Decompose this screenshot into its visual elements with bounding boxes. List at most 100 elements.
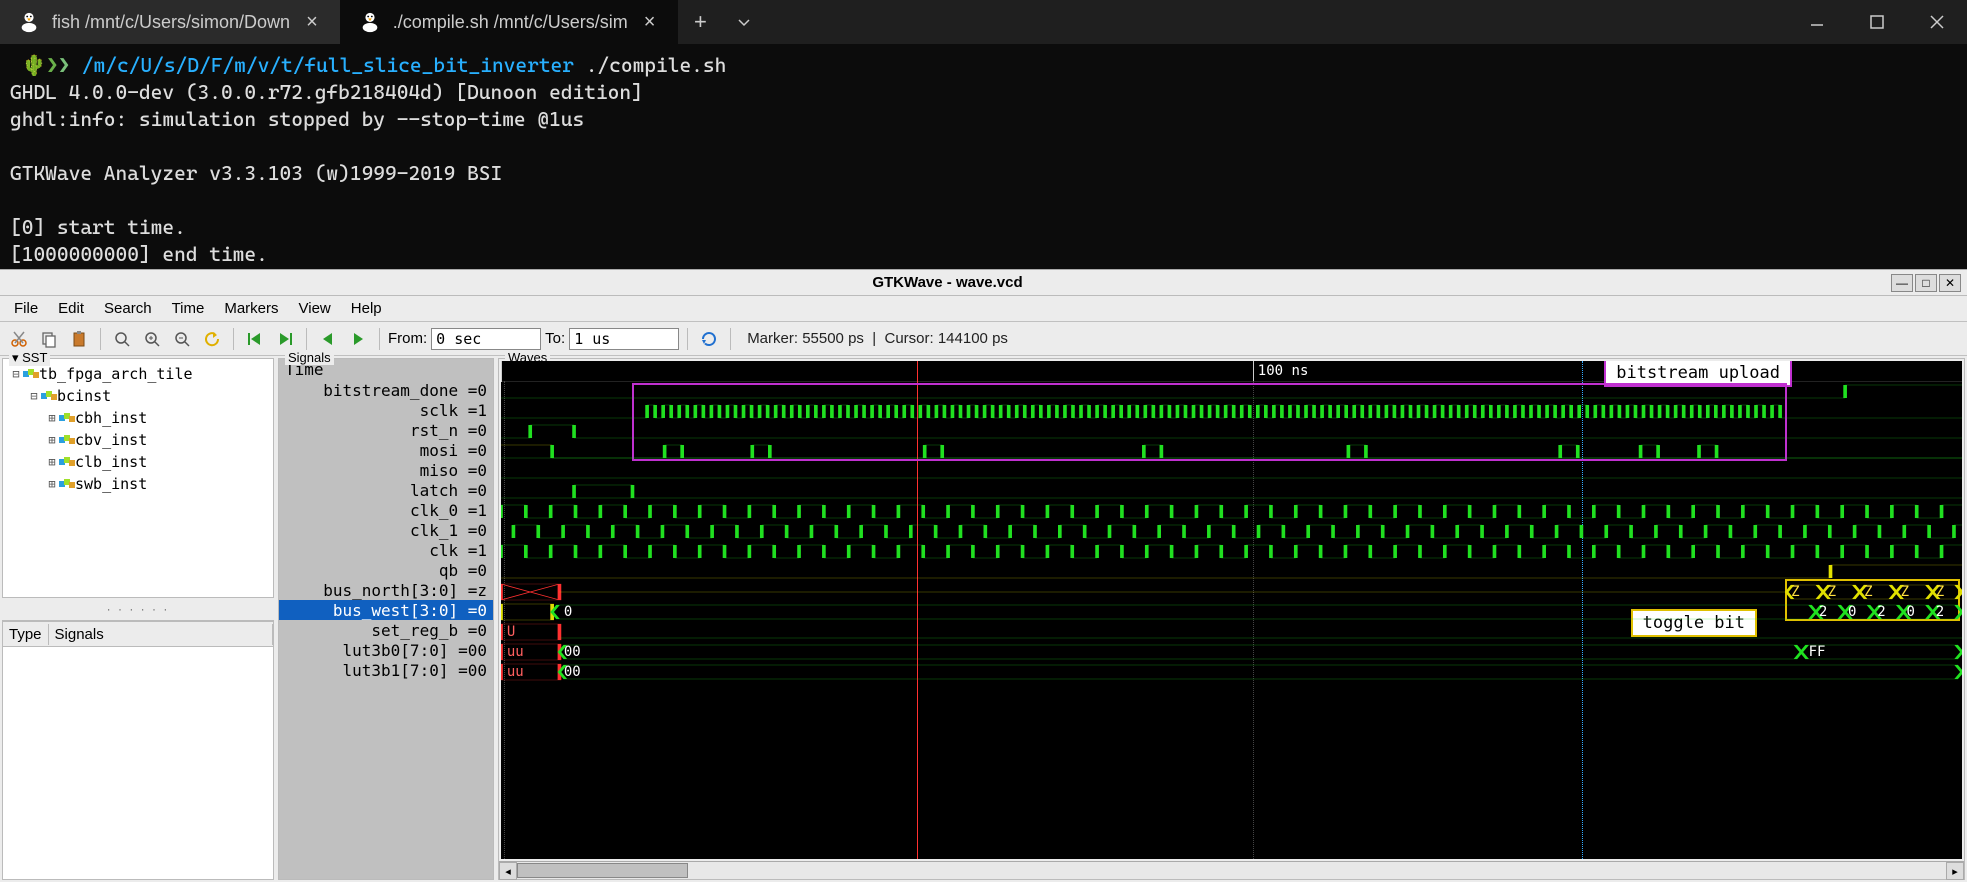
menu-time[interactable]: Time bbox=[164, 298, 213, 319]
terminal-tab-0[interactable]: fish /mnt/c/Users/simon/Down × bbox=[0, 0, 341, 44]
marker-status: Marker: 55500 ps | Cursor: 144100 ps bbox=[747, 330, 1008, 347]
signal-row[interactable]: qb =0 bbox=[279, 560, 493, 580]
terminal-tab-1-label: ./compile.sh /mnt/c/Users/sim bbox=[393, 12, 628, 33]
close-icon[interactable]: × bbox=[302, 11, 322, 34]
bus-value-label: Z bbox=[1791, 584, 1799, 600]
wave-row bbox=[501, 462, 1962, 482]
maximize-button[interactable]: □ bbox=[1915, 274, 1937, 292]
gtkwave-titlebar: GTKWave - wave.vcd — □ ✕ bbox=[0, 270, 1967, 296]
tree-item[interactable]: ⊞cbv_inst bbox=[5, 429, 271, 451]
tab-menu-chevron-icon[interactable] bbox=[722, 0, 766, 44]
waves-pane: Waves 100 ns bitstream upload toggle bit bbox=[496, 356, 1967, 882]
scroll-left-icon[interactable]: ◂ bbox=[499, 862, 517, 880]
tree-item[interactable]: ⊞swb_inst bbox=[5, 473, 271, 495]
to-label: To: bbox=[545, 330, 565, 347]
signal-list[interactable]: Time bitstream_done =0sclk =1rst_n =0mos… bbox=[279, 359, 493, 879]
zoom-in-icon[interactable] bbox=[139, 326, 165, 352]
close-button[interactable] bbox=[1907, 0, 1967, 44]
signal-row[interactable]: rst_n =0 bbox=[279, 420, 493, 440]
signal-row[interactable]: miso =0 bbox=[279, 460, 493, 480]
bus-value-label: 00 bbox=[564, 644, 581, 660]
menu-view[interactable]: View bbox=[291, 298, 339, 319]
wave-row bbox=[501, 502, 1962, 522]
menu-help[interactable]: Help bbox=[343, 298, 390, 319]
menu-file[interactable]: File bbox=[6, 298, 46, 319]
terminal-output[interactable]: 🌵❯❯ /m/c/U/s/D/F/m/v/t/full_slice_bit_in… bbox=[0, 44, 1967, 276]
menu-edit[interactable]: Edit bbox=[50, 298, 92, 319]
reload-icon[interactable] bbox=[696, 326, 722, 352]
gtkwave-window: GTKWave - wave.vcd — □ ✕ File Edit Searc… bbox=[0, 269, 1967, 882]
horizontal-scrollbar[interactable]: ◂ ▸ bbox=[499, 861, 1964, 879]
menu-bar: File Edit Search Time Markers View Help bbox=[0, 296, 1967, 322]
signal-row[interactable]: clk =1 bbox=[279, 540, 493, 560]
bus-value-label: 0 bbox=[564, 604, 572, 620]
menu-markers[interactable]: Markers bbox=[216, 298, 286, 319]
bus-value-label: Z bbox=[1936, 584, 1944, 600]
tree-item[interactable]: ⊞cbh_inst bbox=[5, 407, 271, 429]
signal-row[interactable]: clk_0 =1 bbox=[279, 500, 493, 520]
menu-search[interactable]: Search bbox=[96, 298, 160, 319]
terminal-tab-1[interactable]: ./compile.sh /mnt/c/Users/sim × bbox=[341, 0, 679, 44]
signal-row[interactable]: set_reg_b =0 bbox=[279, 620, 493, 640]
signal-row[interactable]: latch =0 bbox=[279, 480, 493, 500]
signal-row[interactable]: clk_1 =0 bbox=[279, 520, 493, 540]
cut-icon[interactable] bbox=[6, 326, 32, 352]
signals-legend: Signals bbox=[285, 350, 334, 365]
zoom-out-icon[interactable] bbox=[169, 326, 195, 352]
wave-row bbox=[501, 582, 1962, 602]
wave-row bbox=[501, 482, 1962, 502]
signal-row[interactable]: bus_west[3:0] =0 bbox=[279, 600, 493, 620]
bus-value-label: uu bbox=[507, 664, 524, 680]
waveform-canvas[interactable]: 100 ns bitstream upload toggle bit ZZZZZ… bbox=[501, 361, 1962, 859]
terminal-tab-0-label: fish /mnt/c/Users/simon/Down bbox=[52, 12, 290, 33]
copy-icon[interactable] bbox=[36, 326, 62, 352]
signal-filter-list[interactable] bbox=[3, 647, 273, 879]
prev-edge-icon[interactable] bbox=[315, 326, 341, 352]
module-icon bbox=[41, 391, 57, 401]
close-icon[interactable]: × bbox=[640, 11, 660, 34]
undo-zoom-icon[interactable] bbox=[199, 326, 225, 352]
signals-pane: Signals Time bitstream_done =0sclk =1rst… bbox=[276, 356, 496, 882]
minimize-button[interactable] bbox=[1787, 0, 1847, 44]
goto-start-icon[interactable] bbox=[242, 326, 268, 352]
sst-pane: ▾ SST ⊟tb_fpga_arch_tile⊟bcinst⊞cbh_inst… bbox=[0, 356, 276, 882]
bus-value-label: uu bbox=[507, 644, 524, 660]
tree-item[interactable]: ⊟bcinst bbox=[5, 385, 271, 407]
scroll-right-icon[interactable]: ▸ bbox=[1946, 862, 1964, 880]
signal-row[interactable]: bitstream_done =0 bbox=[279, 380, 493, 400]
signal-row[interactable]: lut3b0[7:0] =00 bbox=[279, 640, 493, 660]
module-icon bbox=[23, 369, 39, 379]
pane-resize-handle[interactable]: · · · · · · bbox=[0, 600, 276, 618]
wave-row bbox=[501, 542, 1962, 562]
wave-row bbox=[501, 422, 1962, 442]
filter-col-signals[interactable]: Signals bbox=[49, 624, 273, 645]
signal-row[interactable]: sclk =1 bbox=[279, 400, 493, 420]
hierarchy-tree[interactable]: ⊟tb_fpga_arch_tile⊟bcinst⊞cbh_inst⊞cbv_i… bbox=[3, 359, 273, 597]
paste-icon[interactable] bbox=[66, 326, 92, 352]
new-tab-button[interactable]: + bbox=[678, 0, 722, 44]
signal-row[interactable]: bus_north[3:0] =z bbox=[279, 580, 493, 600]
minimize-button[interactable]: — bbox=[1891, 274, 1913, 292]
from-input[interactable] bbox=[431, 328, 541, 350]
wave-row bbox=[501, 382, 1962, 402]
bus-value-label: U bbox=[507, 624, 515, 640]
goto-end-icon[interactable] bbox=[272, 326, 298, 352]
signal-filter-header: Type Signals bbox=[3, 621, 273, 647]
close-button[interactable]: ✕ bbox=[1939, 274, 1961, 292]
zoom-fit-icon[interactable] bbox=[109, 326, 135, 352]
filter-col-type[interactable]: Type bbox=[3, 624, 49, 645]
tree-item[interactable]: ⊟tb_fpga_arch_tile bbox=[5, 363, 271, 385]
tux-icon bbox=[18, 11, 40, 33]
wave-row bbox=[501, 562, 1962, 582]
from-label: From: bbox=[388, 330, 427, 347]
wave-row bbox=[501, 522, 1962, 542]
module-icon bbox=[59, 479, 75, 489]
signal-row[interactable]: lut3b1[7:0] =00 bbox=[279, 660, 493, 680]
maximize-button[interactable] bbox=[1847, 0, 1907, 44]
tree-item[interactable]: ⊞clb_inst bbox=[5, 451, 271, 473]
signal-row[interactable]: mosi =0 bbox=[279, 440, 493, 460]
bus-value-label: FF bbox=[1809, 644, 1826, 660]
next-edge-icon[interactable] bbox=[345, 326, 371, 352]
module-icon bbox=[59, 457, 75, 467]
to-input[interactable] bbox=[569, 328, 679, 350]
